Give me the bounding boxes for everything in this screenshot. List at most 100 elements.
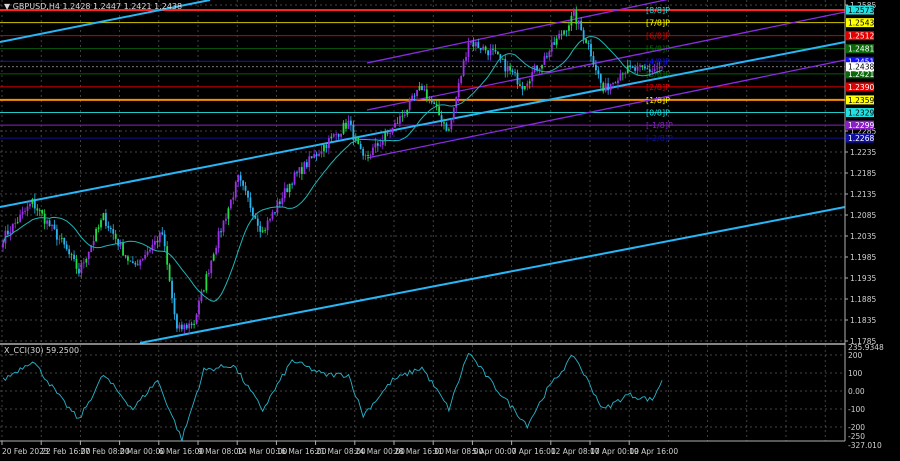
time-tick-label: 19 Apr 16:00 [629,447,678,456]
candle [176,314,178,329]
candle [548,51,551,58]
candle [190,323,193,325]
candle [48,220,51,227]
candle [585,39,587,44]
candle [350,120,352,125]
candle [651,71,654,72]
murrey-label: [8/8]P [646,6,670,15]
candle [560,33,563,35]
candle [342,122,345,134]
candle [232,197,235,200]
candle [479,47,482,50]
candle [154,241,156,245]
candle [97,227,100,229]
murrey-price-label: 1.2573 [848,6,874,15]
candles [2,6,663,335]
cci-tick-label: -100 [848,405,865,414]
candle [445,123,448,131]
candle [178,324,181,329]
candle [7,230,9,235]
candle [109,227,112,230]
candle [587,43,590,44]
collapse-arrow-icon[interactable]: ▼ [4,2,10,11]
candle [139,260,142,266]
ohlc-values: 1.2428 1.2447 1.2421 1.2438 [62,2,183,11]
candle [384,132,387,141]
candle [38,210,41,211]
candle [269,218,271,221]
candle [127,256,129,261]
candle [570,15,573,26]
candle [609,84,612,91]
candle [301,167,303,174]
candle [234,182,237,198]
candle [46,220,48,224]
candle [362,148,365,156]
candle [408,99,411,110]
candle [487,50,489,56]
candle [474,42,477,47]
cci-indicator-label: X_CCI(30) 59.2500 [4,346,80,355]
candle [597,70,600,75]
candle [73,254,75,260]
candle [519,84,521,86]
murrey-price-label: 1.2543 [848,19,874,28]
candle [455,97,458,108]
candle [332,134,335,137]
candle [203,290,205,292]
candle [565,30,568,32]
candle [345,122,347,129]
candle [264,230,267,232]
price-chart[interactable]: [8/8]P[7/8]P[6/8]P[5/8]P[4/8]P[3/8]P[2/8… [0,0,900,461]
murrey-label: [0/8]P [646,109,670,118]
candle [379,144,382,146]
candle [396,122,399,124]
candle [595,64,597,71]
candle [467,42,470,57]
candle [283,188,286,199]
candle [278,201,281,204]
candle [305,162,308,168]
candle [70,254,73,255]
candle [411,95,414,100]
candle [131,261,134,264]
candle [318,153,320,156]
candle [247,190,249,198]
candle [29,203,31,207]
candle [215,247,218,255]
candle [78,268,80,274]
candle [648,69,651,72]
candle [36,208,39,211]
candle [494,49,497,52]
candle [531,72,534,82]
candle [185,324,188,329]
candle [335,134,338,135]
candle [308,156,311,168]
candle [41,210,44,214]
chart-title: ▼ GBPUSD,H4 1.2428 1.2447 1.2421 1.2438 [4,2,182,11]
candle [327,138,330,149]
candle [166,246,169,265]
candle [614,82,617,84]
symbol-timeframe: GBPUSD,H4 [12,2,60,11]
candle [105,213,107,226]
candle [85,258,88,263]
candle [553,42,556,45]
candle [621,73,624,75]
candle [661,66,663,68]
candle [541,64,543,69]
candle [212,254,215,261]
candle [462,60,465,77]
murrey-price-label: 1.2329 [848,109,874,118]
cci-tick-label: 100 [848,369,863,378]
candle [141,258,144,261]
candle [634,67,636,71]
candle [171,280,173,299]
candle [325,145,328,149]
candle [440,115,443,123]
candle [75,259,78,269]
candle [205,274,208,291]
candle [53,224,56,230]
candle [516,72,519,85]
candle [369,155,372,156]
